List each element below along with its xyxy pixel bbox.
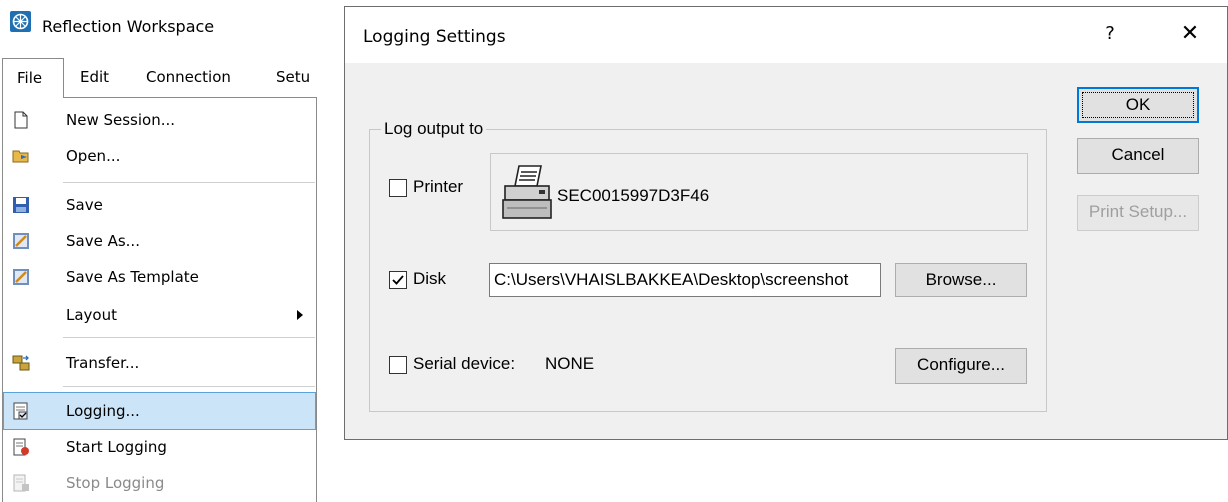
save-as-icon	[13, 233, 29, 249]
menu-item-label: Stop Logging	[66, 474, 165, 492]
transfer-icon	[12, 355, 30, 371]
serial-device-value: NONE	[545, 354, 595, 373]
dialog-title-bar: Logging Settings ? ✕	[345, 7, 1227, 63]
menu-connection[interactable]: Connection	[146, 68, 231, 86]
dropdown-top-border	[63, 97, 317, 98]
close-button[interactable]: ✕	[1175, 19, 1205, 49]
cancel-button-label: Cancel	[1111, 145, 1165, 164]
dialog-title: Logging Settings	[363, 27, 506, 47]
disk-checkbox[interactable]	[389, 271, 407, 289]
menu-item-label: Layout	[66, 306, 117, 324]
menu-item-label: Transfer...	[66, 354, 140, 372]
browse-button[interactable]: Browse...	[895, 263, 1027, 297]
menu-separator	[63, 337, 315, 338]
menu-item-logging[interactable]: Logging...	[3, 392, 316, 430]
checkmark-icon	[392, 275, 404, 285]
menu-edit[interactable]: Edit	[80, 68, 109, 86]
printer-info-panel: SEC0015997D3F46	[490, 153, 1028, 231]
submenu-arrow-icon	[297, 310, 303, 320]
disk-path-input[interactable]: C:\Users\VHAISLBAKKEA\Desktop\screenshot	[489, 263, 881, 297]
reflection-logo-icon	[10, 11, 31, 32]
help-button[interactable]: ?	[1097, 21, 1123, 47]
printer-checkbox-label: Printer	[413, 177, 464, 196]
file-menu-dropdown: New Session... Open... Save Save As... S…	[2, 97, 317, 502]
open-folder-icon	[12, 150, 29, 163]
disk-checkbox-label: Disk	[413, 269, 447, 288]
stop-logging-icon	[13, 474, 29, 492]
serial-device-label: Serial device:	[413, 354, 516, 373]
menu-item-label: Open...	[66, 147, 121, 165]
printer-icon	[502, 165, 552, 219]
menu-setup[interactable]: Setu	[276, 68, 310, 86]
menu-item-save-as-template[interactable]: Save As Template	[4, 259, 315, 295]
menu-item-label: Logging...	[66, 402, 140, 420]
menu-item-open[interactable]: Open...	[4, 138, 315, 174]
menu-item-save-as[interactable]: Save As...	[4, 223, 315, 259]
floppy-disk-icon	[13, 197, 29, 213]
menu-item-new-session[interactable]: New Session...	[4, 102, 315, 138]
browse-button-label: Browse...	[925, 270, 997, 289]
configure-button[interactable]: Configure...	[895, 348, 1027, 384]
menu-separator	[63, 182, 315, 183]
logging-icon	[13, 402, 28, 420]
menu-item-save[interactable]: Save	[4, 187, 315, 223]
menu-file[interactable]: File	[2, 58, 64, 98]
menu-item-label: Start Logging	[66, 438, 167, 456]
workspace-title: Reflection Workspace	[42, 17, 215, 36]
menu-item-layout[interactable]: Layout	[4, 297, 315, 333]
configure-button-label: Configure...	[917, 355, 1005, 374]
menu-item-label: New Session...	[66, 111, 176, 129]
menu-item-start-logging[interactable]: Start Logging	[4, 429, 315, 465]
menu-item-label: Save	[66, 196, 103, 214]
log-output-group-label: Log output to	[381, 119, 487, 139]
printer-name: SEC0015997D3F46	[557, 186, 710, 205]
serial-device-checkbox[interactable]	[389, 356, 407, 374]
ok-button[interactable]: OK	[1077, 87, 1199, 123]
menu-item-label: Save As...	[66, 232, 140, 250]
menu-item-label: Save As Template	[66, 268, 199, 286]
print-setup-button[interactable]: Print Setup...	[1077, 195, 1199, 231]
menu-separator	[63, 386, 315, 387]
save-as-template-icon	[13, 269, 29, 285]
new-document-icon	[14, 111, 28, 129]
cancel-button[interactable]: Cancel	[1077, 138, 1199, 174]
menu-file-label: File	[17, 69, 43, 87]
menu-item-stop-logging[interactable]: Stop Logging	[4, 465, 315, 501]
reflection-workspace-window: Reflection Workspace Edit Connection Set…	[0, 0, 318, 502]
logging-settings-dialog: Logging Settings ? ✕ OK Cancel Print Set…	[344, 6, 1228, 440]
start-logging-icon	[13, 438, 29, 456]
workspace-title-bar: Reflection Workspace	[0, 0, 318, 56]
menu-item-transfer[interactable]: Transfer...	[4, 345, 315, 381]
print-setup-button-label: Print Setup...	[1088, 202, 1188, 221]
focus-rectangle	[1082, 92, 1194, 118]
printer-checkbox[interactable]	[389, 179, 407, 197]
